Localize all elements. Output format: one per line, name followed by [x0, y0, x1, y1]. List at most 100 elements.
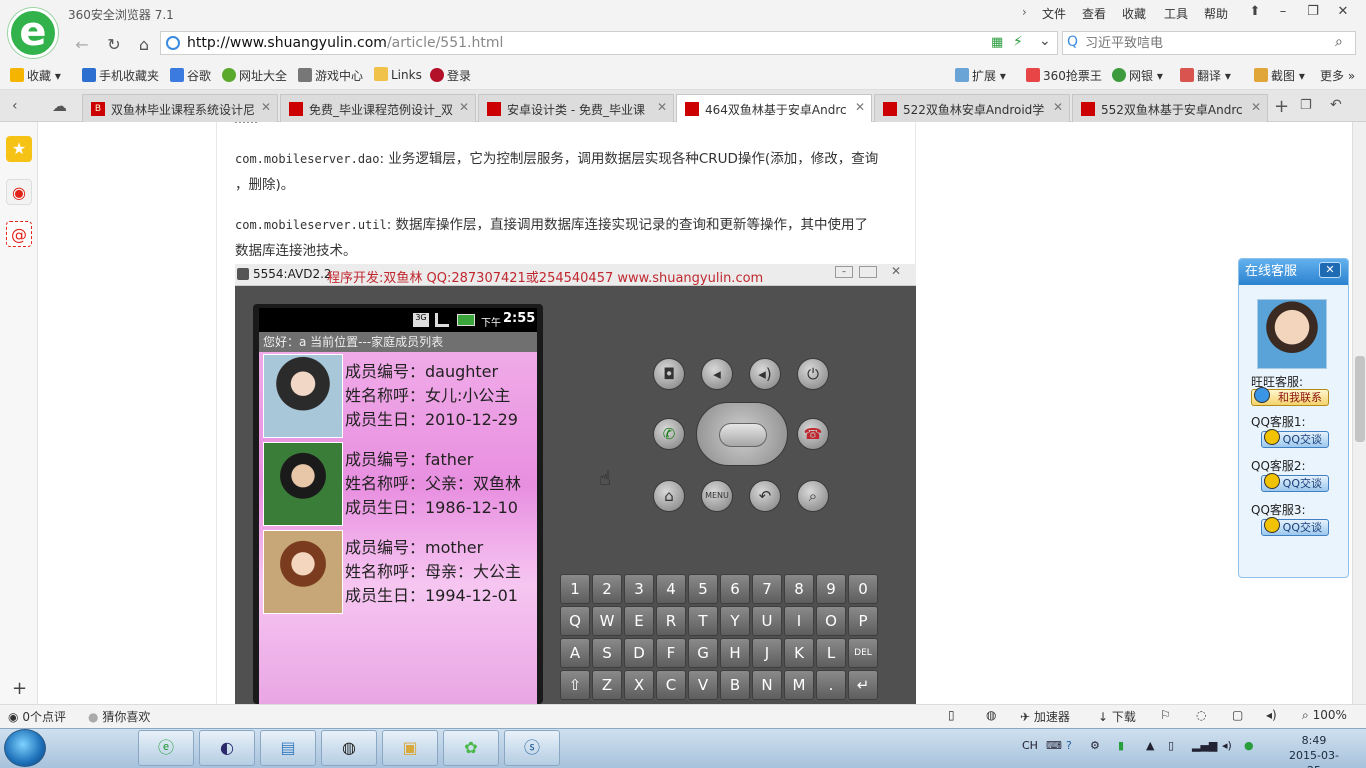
undo-close-icon[interactable]: ↶: [1330, 97, 1342, 113]
menu-favorites[interactable]: 收藏: [1122, 5, 1146, 22]
show-hidden-icons[interactable]: ▲: [1146, 739, 1154, 752]
menu-file[interactable]: 文件: [1042, 5, 1066, 22]
cloud-icon[interactable]: ☁: [52, 97, 67, 115]
bookmark-favorites[interactable]: 收藏 ▾: [10, 67, 61, 84]
system-clock[interactable]: 8:49 2015-03-25: [1284, 733, 1344, 768]
bookmark-games[interactable]: 游戏中心: [298, 67, 363, 84]
volume-tray-icon[interactable]: ◂): [1222, 739, 1232, 752]
bookmark-login[interactable]: 登录: [430, 67, 471, 84]
bookmark-sites[interactable]: 网址大全: [222, 67, 287, 84]
taskbar-eclipse[interactable]: ◐: [199, 730, 255, 766]
tab-scroll-left-icon[interactable]: ‹: [12, 98, 18, 114]
start-button[interactable]: [4, 729, 46, 767]
menu-view[interactable]: 查看: [1082, 5, 1106, 22]
tab-2[interactable]: 免费_毕业课程范例设计_双 ✕: [280, 94, 476, 122]
qq2-chat-button[interactable]: QQ交谈: [1261, 473, 1329, 492]
window-status-icon[interactable]: ▢: [1232, 708, 1243, 722]
bookmark-google[interactable]: 谷歌: [170, 67, 211, 84]
battery-tray-icon[interactable]: ▮: [1118, 739, 1124, 752]
security-tray-icon[interactable]: ●: [1244, 739, 1254, 752]
back-button[interactable]: ←: [70, 34, 94, 56]
reload-button[interactable]: ↻: [102, 34, 126, 56]
url-field[interactable]: http://www.shuangyulin.com/article/551.h…: [160, 31, 1058, 55]
close-tab-icon[interactable]: ✕: [855, 100, 865, 114]
close-tab-icon[interactable]: ✕: [1053, 100, 1063, 114]
qq3-chat-button[interactable]: QQ交谈: [1261, 517, 1329, 536]
qrcode-icon[interactable]: ▦: [991, 35, 1003, 50]
close-tab-icon[interactable]: ✕: [459, 100, 469, 114]
mail-icon[interactable]: @: [6, 221, 32, 247]
toolbar-bank[interactable]: 网银 ▾: [1112, 67, 1163, 84]
keyboard-tray-icon[interactable]: ⌨: [1046, 739, 1062, 752]
bank-icon: [1112, 68, 1126, 82]
lightning-icon[interactable]: ⚡: [1013, 34, 1023, 50]
wangwang-contact-button[interactable]: 和我联系: [1251, 387, 1329, 406]
menu-tools[interactable]: 工具: [1164, 5, 1188, 22]
tab-3[interactable]: 安卓设计类 - 免费_毕业课 ✕: [478, 94, 674, 122]
comments-link[interactable]: ◉ 0个点评: [8, 708, 66, 725]
tab-list-icon[interactable]: ❐: [1300, 98, 1312, 113]
flag-status-icon[interactable]: ⚐: [1160, 708, 1171, 722]
close-tab-icon[interactable]: ✕: [1251, 100, 1261, 114]
minimize-button[interactable]: –: [1272, 3, 1294, 21]
language-indicator[interactable]: CH: [1022, 739, 1038, 752]
close-tab-icon[interactable]: ✕: [657, 100, 667, 114]
sound-status-icon[interactable]: ◂): [1266, 708, 1277, 722]
maximize-button[interactable]: ❐: [1302, 3, 1324, 21]
tab-4-active[interactable]: 464双鱼林基于安卓Andrc ✕: [676, 94, 872, 123]
favorites-star-icon[interactable]: ★: [6, 136, 32, 162]
qq1-chat-button[interactable]: QQ交谈: [1261, 429, 1329, 448]
tool-tray-icon[interactable]: ⚙: [1090, 739, 1100, 752]
new-tab-button[interactable]: +: [1274, 96, 1289, 117]
toolbar-translate[interactable]: 翻译 ▾: [1180, 67, 1231, 84]
help-tray-icon[interactable]: ?: [1066, 739, 1072, 752]
taskbar-app-blue[interactable]: ⓢ: [504, 730, 560, 766]
search-engine-icon[interactable]: Q: [1067, 34, 1078, 50]
emulator-key: 6: [720, 574, 750, 604]
emulator-key: ↵: [848, 670, 878, 700]
device-tray-icon[interactable]: ▯: [1168, 739, 1174, 752]
folder-icon: [374, 67, 388, 81]
weibo-icon[interactable]: ◉: [6, 179, 32, 205]
taskbar-app-green[interactable]: ✿: [443, 730, 499, 766]
taskbar-explorer[interactable]: ▣: [382, 730, 438, 766]
home-button[interactable]: ⌂: [132, 34, 156, 56]
tab-5[interactable]: 522双鱼林安卓Android学 ✕: [874, 94, 1070, 122]
taskbar-360-browser[interactable]: ⓔ: [138, 730, 194, 766]
bookmark-links[interactable]: Links: [374, 67, 422, 82]
taskbar-notepad[interactable]: ▤: [260, 730, 316, 766]
accelerator-button[interactable]: ✈ 加速器: [1020, 708, 1070, 725]
close-tab-icon[interactable]: ✕: [261, 100, 271, 114]
vertical-scrollbar[interactable]: [1352, 122, 1366, 704]
browser-logo-icon: e: [8, 8, 58, 58]
toolbar-tickets[interactable]: 360抢票王: [1026, 67, 1102, 84]
search-icon[interactable]: ⌕: [1335, 34, 1343, 50]
search-box[interactable]: Q ⌕: [1062, 31, 1356, 55]
close-window-button[interactable]: ✕: [1332, 3, 1354, 21]
tab-6[interactable]: 552双鱼林基于安卓Andrc ✕: [1072, 94, 1268, 122]
shield-status-icon[interactable]: ◍: [986, 708, 996, 722]
emulator-controls: ◘ ◂ ◂) ⏻ ✆ ☎ ⌂ MENU ↶ ⌕ 1234567890 QWERTY…: [560, 286, 916, 704]
guess-link[interactable]: ● 猜你喜欢: [88, 708, 150, 725]
search-input[interactable]: [1085, 34, 1325, 52]
service-close-button[interactable]: ✕: [1319, 262, 1341, 278]
pin-icon[interactable]: ⬆: [1244, 3, 1266, 21]
taskbar-android-emulator[interactable]: ◍: [321, 730, 377, 766]
phone-status-icon[interactable]: ▯: [948, 708, 955, 722]
chevron-down-icon[interactable]: ⌄: [1039, 33, 1051, 49]
toolbar-more[interactable]: 更多 »: [1320, 67, 1355, 84]
zoom-control[interactable]: ⌕ 100%: [1302, 708, 1347, 723]
bookmark-mobile[interactable]: 手机收藏夹: [82, 67, 159, 84]
network-tray-icon[interactable]: ▂▄▆: [1192, 739, 1217, 752]
toolbar-extensions[interactable]: 扩展 ▾: [955, 67, 1006, 84]
wangwang-icon: [1254, 387, 1270, 403]
scissors-icon: [1254, 68, 1268, 82]
refresh-status-icon[interactable]: ◌: [1196, 708, 1206, 722]
scrollbar-thumb[interactable]: [1355, 356, 1365, 442]
tab-1[interactable]: B 双鱼林毕业课程系统设计尼 ✕: [82, 94, 278, 122]
menu-help[interactable]: 帮助: [1204, 5, 1228, 22]
menu-arrow-icon[interactable]: ›: [1022, 5, 1027, 19]
toolbar-screenshot[interactable]: 截图 ▾: [1254, 67, 1305, 84]
download-button[interactable]: ↓ 下载: [1098, 708, 1136, 725]
add-sidebar-icon[interactable]: +: [12, 678, 27, 699]
